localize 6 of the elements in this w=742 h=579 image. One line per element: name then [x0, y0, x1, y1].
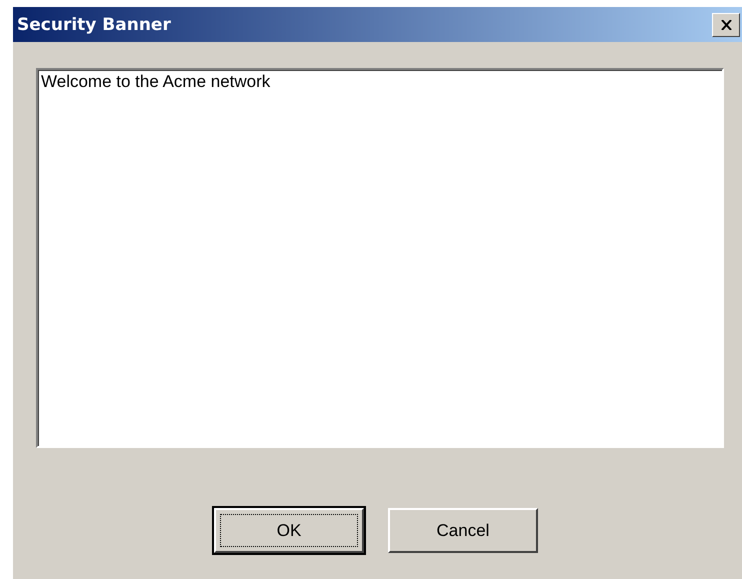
ok-button[interactable]: OK	[214, 508, 364, 553]
cancel-button[interactable]: Cancel	[388, 508, 538, 553]
close-button[interactable]	[712, 12, 740, 36]
message-field[interactable]: Welcome to the Acme network	[36, 68, 724, 448]
window-title: Security Banner	[17, 14, 171, 34]
close-icon	[720, 20, 732, 30]
